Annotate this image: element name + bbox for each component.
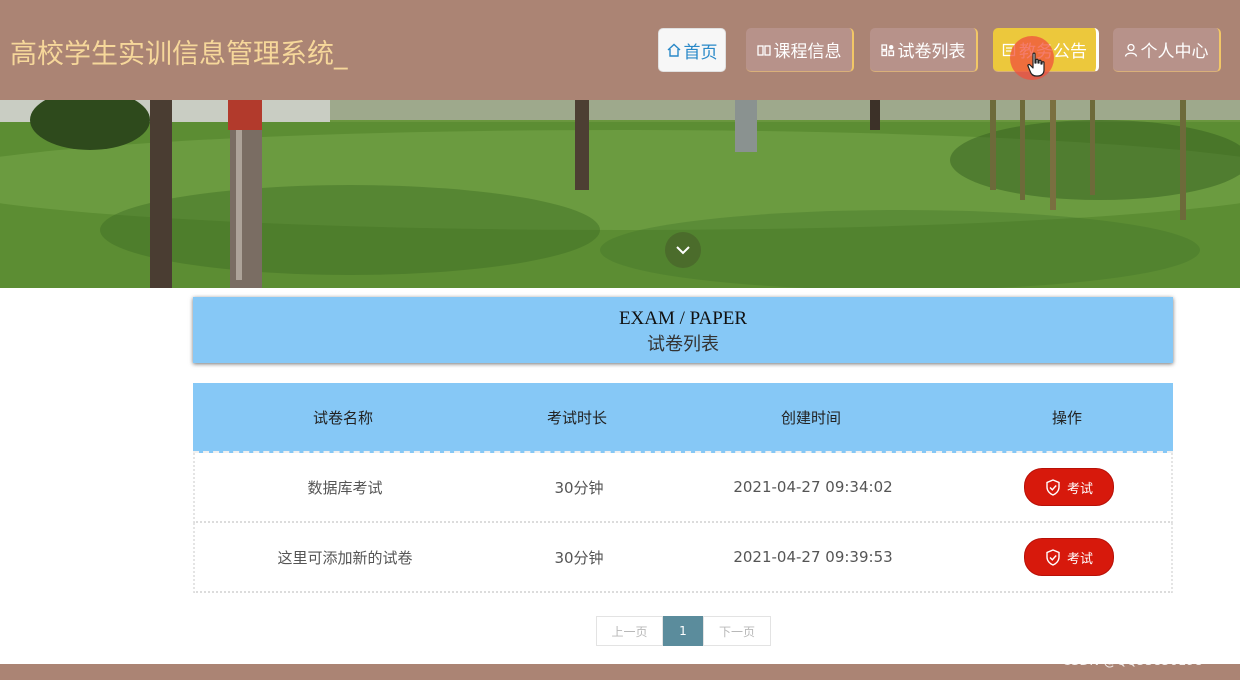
- exam-button-label: 考试: [1066, 551, 1093, 567]
- header-duration: 考试时长: [546, 408, 607, 427]
- next-page-button[interactable]: 下一页: [703, 616, 771, 646]
- paper-table: 试卷名称 考试时长 创建时间 操作 数据库考试 30分钟 2021-04-27 …: [193, 383, 1173, 593]
- paper-action: 考试: [963, 523, 1175, 591]
- section-title-cn: 试卷列表: [647, 334, 719, 355]
- nav-home-label: 首页: [683, 42, 718, 63]
- nav-personal-center[interactable]: 个人中心: [1113, 28, 1221, 72]
- shield-check-icon: [1046, 478, 1060, 496]
- table-header: 试卷名称 考试时长 创建时间 操作: [193, 383, 1173, 453]
- paper-name: 数据库考试: [307, 478, 383, 497]
- pagination: 上一页 1 下一页: [596, 616, 771, 646]
- prev-page-button[interactable]: 上一页: [596, 616, 663, 646]
- nav-paper-list[interactable]: 试卷列表: [870, 28, 978, 72]
- chevron-down-icon: [676, 246, 690, 255]
- site-title: 高校学生实训信息管理系统_: [10, 39, 348, 70]
- header-action: 操作: [1051, 408, 1082, 427]
- exam-button[interactable]: 考试: [1024, 468, 1114, 506]
- book-icon: [756, 44, 771, 56]
- table-row: 这里可添加新的试卷 30分钟 2021-04-27 09:39:53 考试: [193, 523, 1173, 593]
- page-number-current[interactable]: 1: [663, 616, 703, 646]
- nav-course-info-label: 课程信息: [773, 42, 842, 62]
- nav-personal-center-label: 个人中心: [1140, 42, 1209, 62]
- paper-created: 2021-04-27 09:34:02: [733, 478, 893, 496]
- hero-banner: [0, 100, 1240, 288]
- shield-check-icon: [1046, 548, 1060, 566]
- header-created-time: 创建时间: [780, 408, 841, 427]
- section-title-en: EXAM / PAPER: [618, 308, 748, 329]
- top-header: 高校学生实训信息管理系统_ 首页 课程信息 试卷列表 教务公告: [0, 0, 1240, 100]
- grid-icon: [880, 43, 894, 56]
- footer-bar: [0, 664, 1240, 680]
- nav-home[interactable]: 首页: [658, 28, 726, 72]
- paper-name: 这里可添加新的试卷: [277, 548, 413, 567]
- nav-paper-list-label: 试卷列表: [897, 42, 966, 62]
- exam-button-label: 考试: [1066, 481, 1093, 497]
- paper-duration: 30分钟: [554, 548, 604, 567]
- table-row: 数据库考试 30分钟 2021-04-27 09:34:02 考试: [193, 453, 1173, 523]
- header-paper-name: 试卷名称: [312, 408, 373, 427]
- grass-scene-image: [0, 100, 1240, 288]
- hand-cursor-icon: [1027, 52, 1045, 77]
- paper-created: 2021-04-27 09:39:53: [733, 548, 893, 566]
- user-icon: [1124, 43, 1137, 57]
- watermark: CSDN @QQ53850198: [1062, 654, 1203, 669]
- paper-action: 考试: [963, 453, 1175, 521]
- section-heading: EXAM / PAPER 试卷列表: [193, 297, 1173, 363]
- home-icon: [667, 43, 680, 57]
- exam-button[interactable]: 考试: [1024, 538, 1114, 576]
- nav-course-info[interactable]: 课程信息: [746, 28, 854, 72]
- scroll-down-button[interactable]: [665, 232, 701, 268]
- paper-duration: 30分钟: [554, 478, 604, 497]
